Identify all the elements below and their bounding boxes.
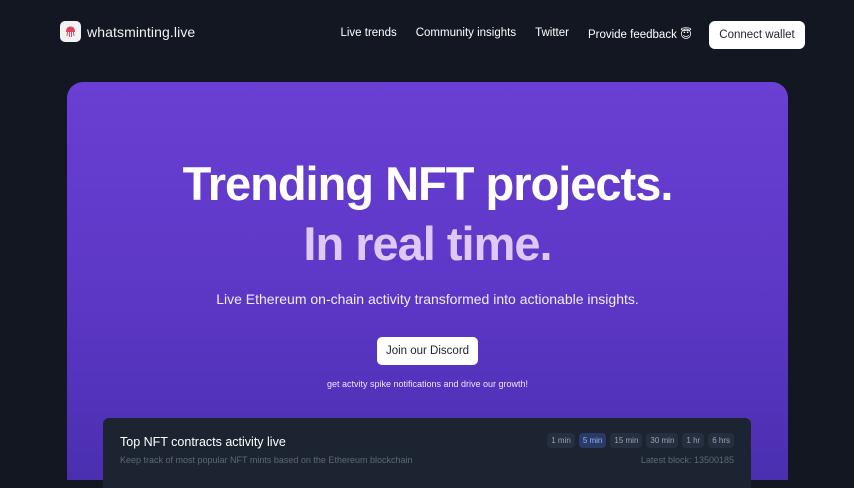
hero-title: Trending NFT projects.	[182, 157, 674, 210]
latest-block: Latest block: 13500185	[640, 455, 734, 465]
join-discord-button[interactable]: Join our Discord	[377, 337, 478, 365]
nav-provide-feedback[interactable]: Provide feedback 😇	[588, 27, 692, 41]
range-1-min[interactable]: 1 min	[547, 433, 575, 448]
connect-wallet-button[interactable]: Connect wallet	[709, 21, 805, 49]
range-30-min[interactable]: 30 min	[646, 433, 679, 448]
jellyfish-logo-icon	[60, 21, 81, 42]
time-range-selector: 1 min 5 min 15 min 30 min 1 hr 6 hrs	[547, 433, 734, 448]
main-nav: Live trends Community insights Twitter P…	[340, 27, 692, 41]
nav-live-trends[interactable]: Live trends	[340, 27, 396, 41]
top-navigation: whatsminting.live Live trends Community …	[0, 0, 854, 70]
discord-note: get actvity spike notifications and driv…	[326, 379, 529, 389]
logo-text: whatsminting.live	[87, 23, 196, 40]
range-15-min[interactable]: 15 min	[610, 433, 643, 448]
range-6-hrs[interactable]: 6 hrs	[708, 433, 734, 448]
hero-subtitle: In real time.	[303, 217, 552, 270]
panel-title: Top NFT contracts activity live	[120, 435, 286, 449]
nav-community-insights[interactable]: Community insights	[416, 27, 516, 41]
hero-description: Live Ethereum on-chain activity transfor…	[216, 291, 639, 307]
activity-panel: Top NFT contracts activity live 1 min 5 …	[103, 418, 751, 488]
nav-twitter[interactable]: Twitter	[535, 27, 569, 41]
logo[interactable]: whatsminting.live	[60, 21, 195, 42]
range-1-hr[interactable]: 1 hr	[682, 433, 705, 448]
range-5-min[interactable]: 5 min	[578, 433, 607, 448]
panel-description: Keep track of most popular NFT mints bas…	[120, 455, 413, 465]
